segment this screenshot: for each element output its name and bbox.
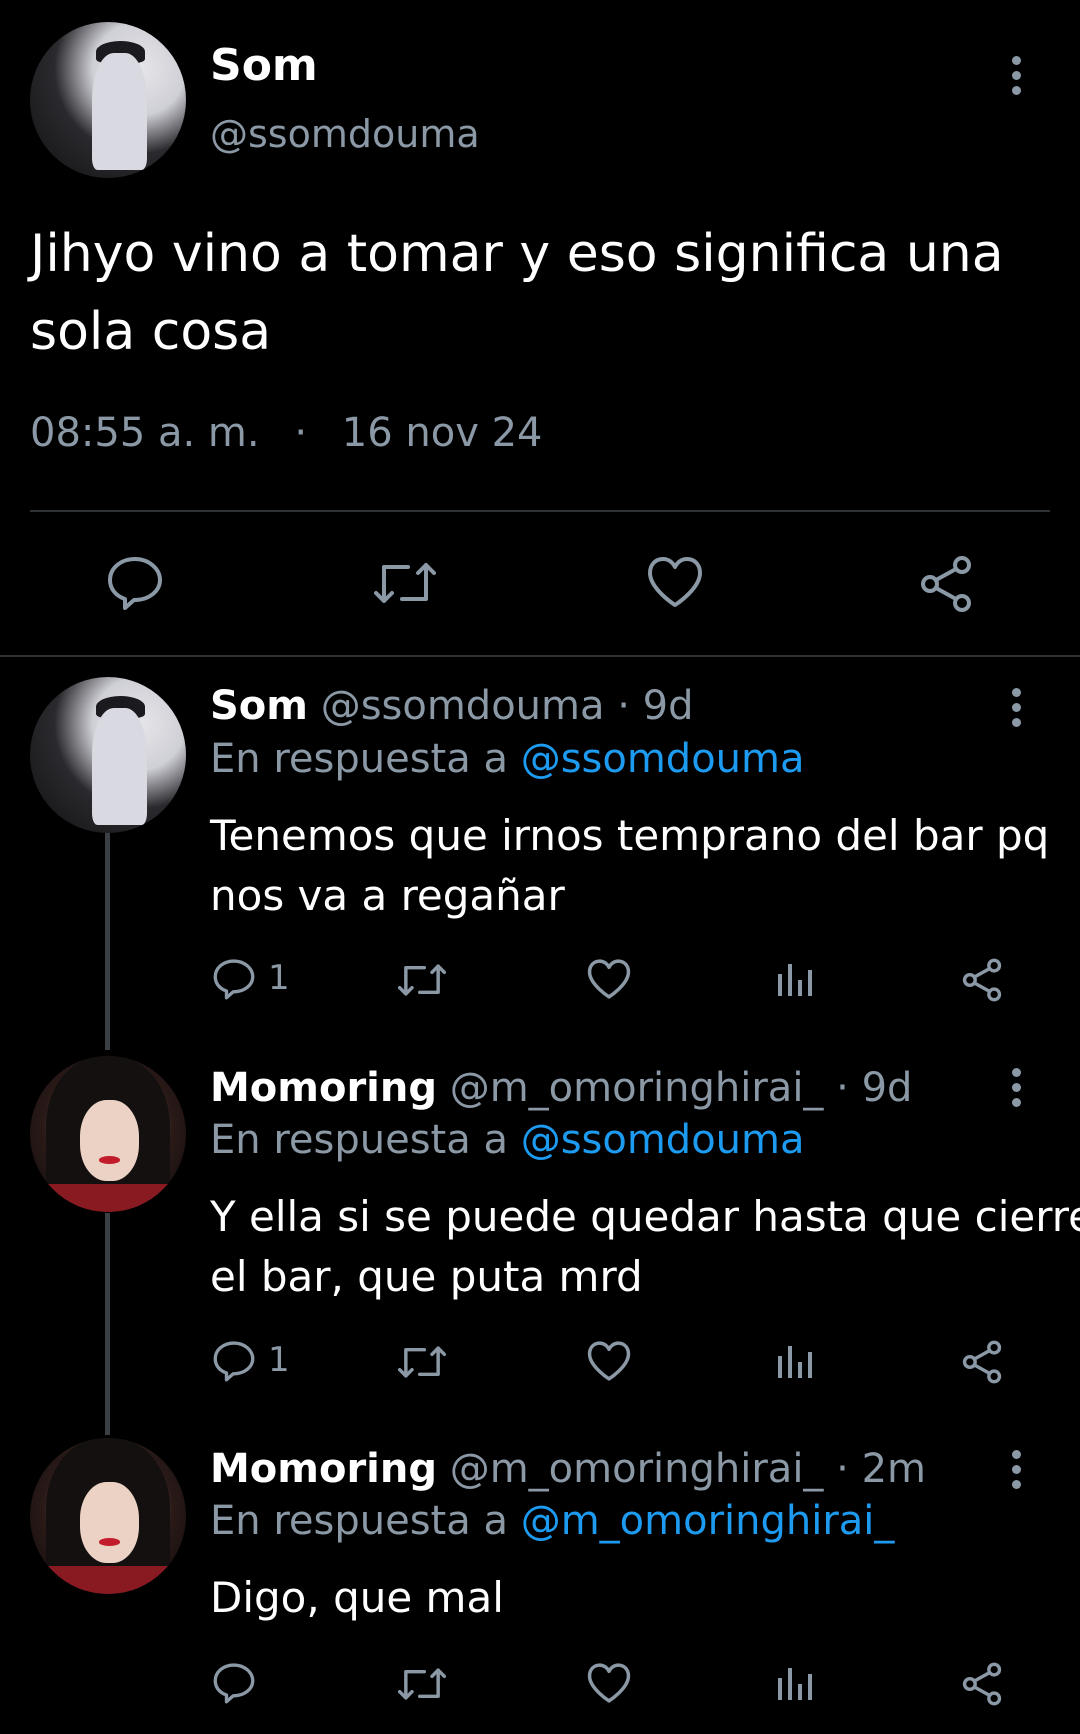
separator: · (294, 410, 308, 456)
reply-text-line: Y ella si se puede quedar hasta que cier… (210, 1192, 1080, 1241)
thread-line (105, 1213, 110, 1435)
reply-header: Som @ssomdouma · 9d (210, 683, 694, 729)
more-options-icon[interactable] (1006, 1068, 1026, 1113)
reply-context: En respuesta a @ssomdouma (210, 736, 805, 782)
reply-count: 1 (268, 1340, 290, 1380)
reply-prefix: En respuesta a (210, 1117, 508, 1163)
avatar[interactable] (30, 1438, 186, 1594)
analytics-icon[interactable] (776, 960, 816, 1000)
reply-age: · 9d (836, 1065, 913, 1111)
like-icon[interactable] (586, 958, 632, 1000)
reply-age: · 2m (836, 1446, 926, 1492)
more-options-icon[interactable] (1006, 1450, 1026, 1495)
reply-icon[interactable] (212, 958, 256, 1000)
avatar[interactable] (30, 1056, 186, 1212)
tweet-text: Jihyo vino a tomar y eso significa una s… (30, 215, 1004, 371)
author-name[interactable]: Som (210, 40, 318, 91)
reply-icon[interactable] (212, 1662, 256, 1704)
more-options-icon[interactable] (1006, 688, 1026, 733)
reply-icon[interactable] (106, 555, 164, 611)
reply-header: Momoring @m_omoringhirai_ · 2m (210, 1446, 926, 1492)
more-options-icon[interactable] (1006, 56, 1026, 101)
analytics-icon[interactable] (776, 1342, 816, 1382)
avatar[interactable] (30, 677, 186, 833)
share-icon[interactable] (960, 1340, 1004, 1384)
reply-icon[interactable] (212, 1340, 256, 1382)
reply-count: 1 (268, 958, 290, 998)
author-handle[interactable]: @m_omoringhirai_ (450, 1065, 824, 1111)
reply-text: Digo, que mal (210, 1568, 504, 1628)
reply-text: Y ella si se puede quedar hasta que cier… (210, 1187, 1080, 1307)
thread-line (105, 832, 110, 1050)
tweet-time: 08:55 a. m. (30, 410, 260, 456)
retweet-icon[interactable] (396, 1342, 448, 1382)
like-icon[interactable] (586, 1662, 632, 1704)
reply-prefix: En respuesta a (210, 1498, 508, 1544)
reply-text-line: el bar, que puta mrd (210, 1252, 643, 1301)
avatar[interactable] (30, 22, 186, 178)
retweet-icon[interactable] (396, 960, 448, 1000)
mention-link[interactable]: @m_omoringhirai_ (521, 1498, 895, 1544)
divider (0, 655, 1080, 657)
reply-text-line: Digo, que mal (210, 1573, 504, 1622)
share-icon[interactable] (918, 555, 974, 613)
reply-text: Tenemos que irnos temprano del bar pq no… (210, 806, 1049, 926)
divider (30, 510, 1050, 512)
reply-context: En respuesta a @m_omoringhirai_ (210, 1498, 894, 1544)
reply-prefix: En respuesta a (210, 736, 508, 782)
author-handle[interactable]: @m_omoringhirai_ (450, 1446, 824, 1492)
reply-text-line: nos va a regañar (210, 871, 565, 920)
author-name[interactable]: Momoring (210, 1065, 437, 1111)
reply-age: · 9d (617, 683, 694, 729)
author-handle[interactable]: @ssomdouma (210, 112, 480, 156)
share-icon[interactable] (960, 1662, 1004, 1706)
tweet-text-line: sola cosa (30, 302, 272, 362)
share-icon[interactable] (960, 958, 1004, 1002)
mention-link[interactable]: @ssomdouma (521, 736, 805, 782)
author-handle[interactable]: @ssomdouma (321, 683, 605, 729)
tweet-timestamp: 08:55 a. m. · 16 nov 24 (30, 410, 543, 456)
mention-link[interactable]: @ssomdouma (521, 1117, 805, 1163)
like-icon[interactable] (586, 1340, 632, 1382)
tweet-text-line: Jihyo vino a tomar y eso significa una (30, 224, 1004, 284)
like-icon[interactable] (646, 555, 704, 609)
author-name[interactable]: Som (210, 683, 308, 729)
reply-context: En respuesta a @ssomdouma (210, 1117, 805, 1163)
retweet-icon[interactable] (372, 557, 438, 609)
analytics-icon[interactable] (776, 1664, 816, 1704)
reply-header: Momoring @m_omoringhirai_ · 9d (210, 1065, 912, 1111)
retweet-icon[interactable] (396, 1664, 448, 1704)
author-name[interactable]: Momoring (210, 1446, 437, 1492)
tweet-date: 16 nov 24 (341, 410, 543, 456)
reply-text-line: Tenemos que irnos temprano del bar pq (210, 811, 1050, 860)
